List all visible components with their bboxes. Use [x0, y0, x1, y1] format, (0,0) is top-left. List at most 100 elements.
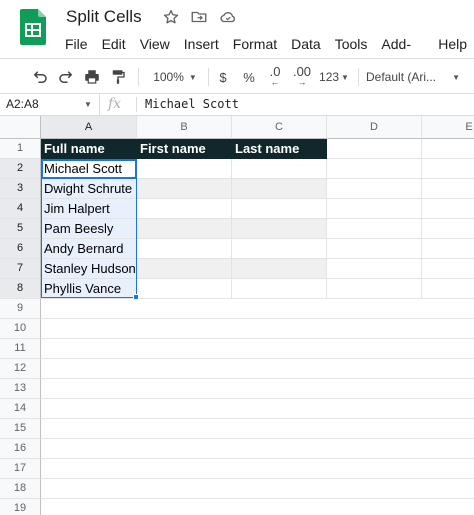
title-bar: Split Cells File Edit View Insert Format…: [0, 0, 474, 70]
grid-cell[interactable]: [422, 279, 474, 299]
menu-help[interactable]: Help: [431, 34, 474, 54]
grid-cell[interactable]: [327, 279, 422, 299]
row-header[interactable]: 15: [0, 419, 41, 439]
grid-cell[interactable]: [137, 159, 232, 179]
data-cell[interactable]: Andy Bernard: [41, 239, 137, 259]
row-header[interactable]: 7: [0, 259, 41, 279]
row-header[interactable]: 16: [0, 439, 41, 459]
column-header-c[interactable]: C: [232, 116, 327, 139]
column-header-b[interactable]: B: [137, 116, 232, 139]
menu-bar: File Edit View Insert Format Data Tools …: [58, 34, 474, 70]
data-cell[interactable]: Pam Beesly: [41, 219, 137, 239]
menu-format[interactable]: Format: [226, 34, 284, 54]
select-all-corner[interactable]: [0, 116, 41, 139]
column-header-a[interactable]: A: [41, 116, 137, 139]
menu-insert[interactable]: Insert: [177, 34, 226, 54]
header-cell-full-name[interactable]: Full name: [41, 139, 137, 159]
grid-cell[interactable]: [327, 239, 422, 259]
undo-icon[interactable]: [30, 66, 50, 88]
grid-cell[interactable]: [422, 199, 474, 219]
data-cell[interactable]: Dwight Schrute: [41, 179, 137, 199]
cloud-status-icon[interactable]: [219, 8, 237, 26]
grid-cell[interactable]: [232, 159, 327, 179]
header-cell-first-name[interactable]: First name: [137, 139, 232, 159]
grid-cell[interactable]: [137, 219, 232, 239]
grid-cell[interactable]: [137, 239, 232, 259]
formula-bar: A2:A8 ▼ fx Michael Scott: [0, 94, 474, 116]
paint-format-icon[interactable]: [108, 66, 128, 88]
row-header[interactable]: 12: [0, 359, 41, 379]
row-header[interactable]: 6: [0, 239, 41, 259]
row-header[interactable]: 4: [0, 199, 41, 219]
increase-decimal-button[interactable]: .00 →: [290, 65, 314, 88]
sheets-logo-icon[interactable]: [20, 9, 46, 45]
grid-cell[interactable]: [327, 139, 422, 159]
more-formats-select[interactable]: 123 ▼: [318, 66, 350, 88]
spreadsheet-grid[interactable]: A B C D E 1 2 3 4 5 6 7 8 9 10 11 12 13 …: [0, 116, 474, 515]
data-cell[interactable]: Michael Scott: [41, 159, 137, 179]
row-header[interactable]: 10: [0, 319, 41, 339]
grid-cell[interactable]: [327, 159, 422, 179]
row-header[interactable]: 2: [0, 159, 41, 179]
fill-handle[interactable]: [133, 294, 139, 300]
row-header[interactable]: 11: [0, 339, 41, 359]
data-cell[interactable]: Jim Halpert: [41, 199, 137, 219]
row-header[interactable]: 3: [0, 179, 41, 199]
menu-file[interactable]: File: [58, 34, 95, 54]
grid-cell[interactable]: [232, 239, 327, 259]
redo-icon[interactable]: [56, 66, 76, 88]
grid-cell[interactable]: [232, 199, 327, 219]
menu-add-ons[interactable]: Add-ons: [374, 34, 431, 70]
grid-cell[interactable]: [137, 279, 232, 299]
row-header[interactable]: 18: [0, 479, 41, 499]
menu-edit[interactable]: Edit: [95, 34, 133, 54]
grid-cell[interactable]: [327, 179, 422, 199]
menu-view[interactable]: View: [133, 34, 177, 54]
grid-cell[interactable]: [232, 279, 327, 299]
zoom-select[interactable]: 100% ▼: [146, 66, 204, 88]
formula-input[interactable]: Michael Scott: [145, 94, 239, 115]
font-select[interactable]: Default (Ari... ▼: [366, 66, 460, 88]
column-header-e[interactable]: E: [422, 116, 474, 139]
toolbar: 100% ▼ $ % .0 ← .00 → 123 ▼ Default (Ari..…: [0, 58, 474, 94]
grid-cell[interactable]: [422, 159, 474, 179]
row-header[interactable]: 13: [0, 379, 41, 399]
decrease-decimal-button[interactable]: .0 ←: [264, 65, 286, 88]
grid-cell[interactable]: [422, 179, 474, 199]
grid-cell[interactable]: [137, 199, 232, 219]
star-icon[interactable]: [162, 8, 180, 26]
grid-cell[interactable]: [137, 179, 232, 199]
grid-cell[interactable]: [232, 219, 327, 239]
row-header[interactable]: 5: [0, 219, 41, 239]
grid-cell[interactable]: [137, 259, 232, 279]
data-cell[interactable]: Phyllis Vance: [41, 279, 137, 299]
header-cell-last-name[interactable]: Last name: [232, 139, 327, 159]
row-header[interactable]: 9: [0, 299, 41, 319]
row-header[interactable]: 14: [0, 399, 41, 419]
menu-tools[interactable]: Tools: [328, 34, 375, 54]
grid-cell[interactable]: [422, 139, 474, 159]
data-cell[interactable]: Stanley Hudson: [41, 259, 137, 279]
grid-cell[interactable]: [232, 179, 327, 199]
grid-cell[interactable]: [327, 199, 422, 219]
grid-cell[interactable]: [422, 219, 474, 239]
move-to-folder-icon[interactable]: [190, 8, 208, 26]
row-header[interactable]: 17: [0, 459, 41, 479]
row-header[interactable]: 8: [0, 279, 41, 299]
grid-cell[interactable]: [327, 259, 422, 279]
toolbar-divider: [138, 68, 139, 86]
row-header[interactable]: 19: [0, 499, 41, 515]
percent-format-button[interactable]: %: [240, 66, 258, 88]
menu-data[interactable]: Data: [284, 34, 328, 54]
currency-format-button[interactable]: $: [214, 66, 232, 88]
grid-cell[interactable]: [422, 259, 474, 279]
grid-cell[interactable]: [327, 219, 422, 239]
empty-rows[interactable]: [41, 299, 474, 515]
grid-cell[interactable]: [232, 259, 327, 279]
row-header[interactable]: 1: [0, 139, 41, 159]
print-icon[interactable]: [82, 66, 102, 88]
grid-cell[interactable]: [422, 239, 474, 259]
column-header-d[interactable]: D: [327, 116, 422, 139]
document-title[interactable]: Split Cells: [66, 7, 142, 27]
chevron-down-icon[interactable]: ▼: [84, 94, 92, 115]
